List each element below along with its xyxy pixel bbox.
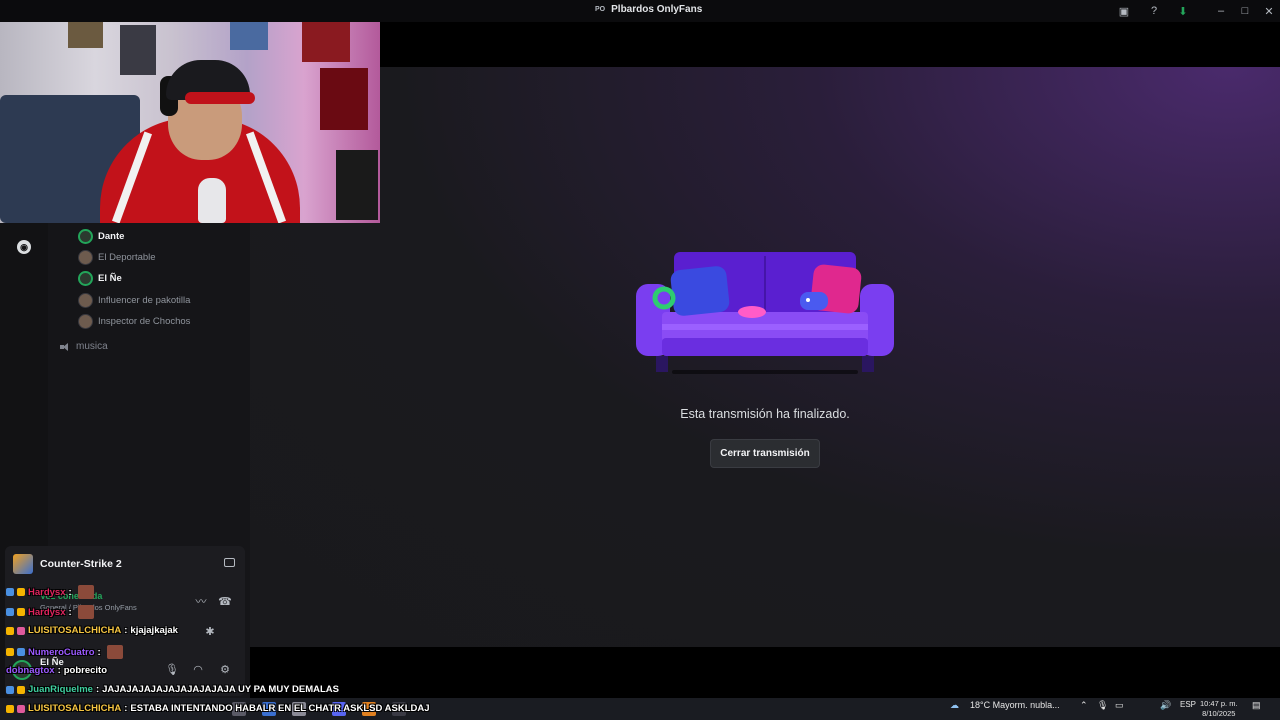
- download-icon[interactable]: ⬇: [1174, 3, 1192, 19]
- voice-channel-musica[interactable]: musica: [60, 341, 108, 352]
- screen-share-icon[interactable]: [224, 558, 235, 567]
- avatar: [78, 313, 93, 329]
- emote-icon: [106, 645, 123, 659]
- voice-user-dante[interactable]: Dante: [78, 227, 124, 245]
- noise-suppression-icon[interactable]: 〰: [194, 594, 208, 608]
- chat-user: LUISITOSALCHICHA: [28, 703, 122, 714]
- tray-chevron-icon[interactable]: ⌃: [1080, 700, 1088, 711]
- stage-footer: [250, 647, 1280, 698]
- voice-user-name: Inspector de Chochos: [98, 315, 191, 327]
- notification-icon[interactable]: ▤: [1252, 700, 1261, 711]
- chat-line: dobnagtox : pobrecito: [6, 665, 108, 676]
- microphone-icon[interactable]: 🎙: [165, 662, 179, 676]
- chat-user: Hardysx: [28, 606, 66, 618]
- game-icon: [13, 554, 33, 574]
- couch-illustration: [636, 252, 894, 374]
- window-title: PO Plbardos OnlyFans: [595, 4, 702, 15]
- clock-date: 8/10/2025: [1202, 709, 1236, 718]
- speaker-icon: [60, 342, 70, 352]
- chat-line: LUISITOSALCHICHA : ESTABA INTENTANDO HABA…: [6, 703, 430, 714]
- maximize-button[interactable]: □: [1236, 3, 1254, 19]
- server-badge: PO: [595, 6, 606, 13]
- language-indicator[interactable]: ESP: [1180, 700, 1196, 709]
- weather-text[interactable]: 18°C Mayorm. nubla...: [970, 700, 1060, 710]
- voice-user-inspector[interactable]: Inspector de Chochos: [78, 312, 190, 330]
- chat-message: ESTABA INTENTANDO HABALR EN EL CHATR ASK…: [130, 703, 430, 714]
- disconnect-icon[interactable]: ☎: [218, 594, 232, 608]
- discover-icon[interactable]: ◉: [17, 240, 31, 254]
- voice-user-name: El Ñe: [98, 272, 122, 284]
- settings-gear-icon[interactable]: ⚙: [218, 662, 232, 676]
- voice-user-name: Influencer de pakotilla: [98, 294, 191, 306]
- chat-message: kjajajkajak: [130, 625, 178, 636]
- inbox-icon[interactable]: ▣: [1115, 3, 1133, 19]
- avatar: [78, 228, 93, 244]
- chat-user: LUISITOSALCHICHA: [28, 625, 122, 636]
- avatar: [78, 249, 93, 265]
- mic-tray-icon[interactable]: 🎙: [1097, 700, 1108, 711]
- channel-name: musica: [76, 341, 108, 352]
- emote-icon: [77, 605, 94, 619]
- emote-icon: [77, 585, 94, 599]
- close-window-button[interactable]: ✕: [1260, 3, 1278, 19]
- title-bar: PO Plbardos OnlyFans ▣ ? ⬇ – □ ✕: [0, 0, 1280, 22]
- soundboard-icon[interactable]: ✱: [203, 624, 217, 638]
- stream-ended-message: Esta transmisión ha finalizado.: [680, 407, 850, 421]
- avatar: [78, 292, 93, 308]
- chat-message: JAJAJAJAJAJAJAJAJAJAJA UY PA MUY DEMALAS: [102, 684, 339, 695]
- webcam-overlay: [0, 0, 380, 223]
- chat-line: JuanRiquelme : JAJAJAJAJAJAJAJAJAJAJA UY …: [6, 684, 339, 695]
- chat-line: NumeroCuatro :: [6, 645, 123, 659]
- close-stream-button[interactable]: Cerrar transmisión: [710, 439, 820, 468]
- clock[interactable]: 10:47 p. m. 8/10/2025: [1200, 699, 1238, 719]
- headphones-icon[interactable]: ◠: [191, 662, 205, 676]
- chat-line: Hardysx :: [6, 585, 94, 599]
- chat-user: dobnagtox: [6, 665, 55, 676]
- server-name: Plbardos OnlyFans: [611, 4, 703, 15]
- volume-icon[interactable]: 🔊: [1160, 700, 1171, 711]
- weather-icon[interactable]: ☁: [950, 700, 959, 711]
- chat-user: Hardysx: [28, 586, 66, 598]
- network-icon[interactable]: ▭: [1115, 700, 1124, 711]
- chat-user: JuanRiquelme: [28, 684, 93, 695]
- chat-message: pobrecito: [63, 665, 108, 676]
- chat-line: LUISITOSALCHICHA : kjajajkajak: [6, 625, 178, 636]
- game-name: Counter-Strike 2: [40, 558, 122, 570]
- help-icon[interactable]: ?: [1145, 3, 1163, 19]
- stage-header: [380, 22, 1280, 67]
- game-activity[interactable]: Counter-Strike 2: [13, 554, 122, 574]
- avatar: [78, 270, 93, 286]
- voice-user-name: El Deportable: [98, 251, 156, 263]
- voice-user-influencer[interactable]: Influencer de pakotilla: [78, 291, 190, 309]
- clock-time: 10:47 p. m.: [1200, 699, 1238, 708]
- chat-user: NumeroCuatro: [28, 646, 95, 658]
- voice-user-el-deportable[interactable]: El Deportable: [78, 248, 156, 266]
- minimize-button[interactable]: –: [1212, 3, 1230, 19]
- voice-user-el-ne[interactable]: El Ñe: [78, 269, 122, 287]
- voice-user-name: Dante: [98, 230, 125, 242]
- chat-line: Hardysx :: [6, 605, 94, 619]
